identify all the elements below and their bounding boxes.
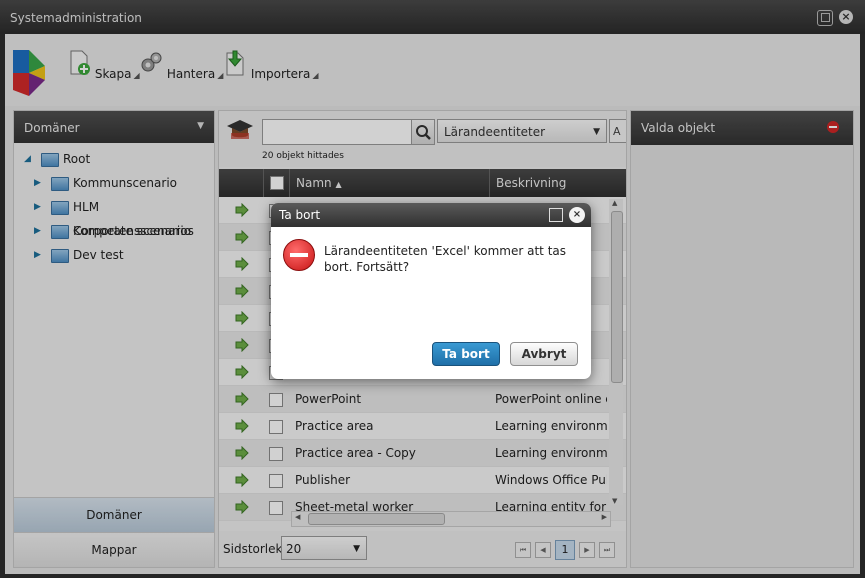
- delete-dialog: Ta bort × Lärandeentiteten 'Excel' komme…: [271, 203, 591, 379]
- cancel-button[interactable]: Avbryt: [510, 342, 578, 366]
- close-icon[interactable]: ×: [569, 207, 585, 223]
- dialog-header: Ta bort ×: [271, 203, 591, 227]
- confirm-delete-button[interactable]: Ta bort: [432, 342, 500, 366]
- dialog-title: Ta bort: [279, 208, 321, 222]
- stop-icon: [283, 239, 315, 271]
- dialog-message: Lärandeentiteten 'Excel' kommer att tas …: [324, 244, 567, 274]
- restore-icon[interactable]: [549, 208, 563, 222]
